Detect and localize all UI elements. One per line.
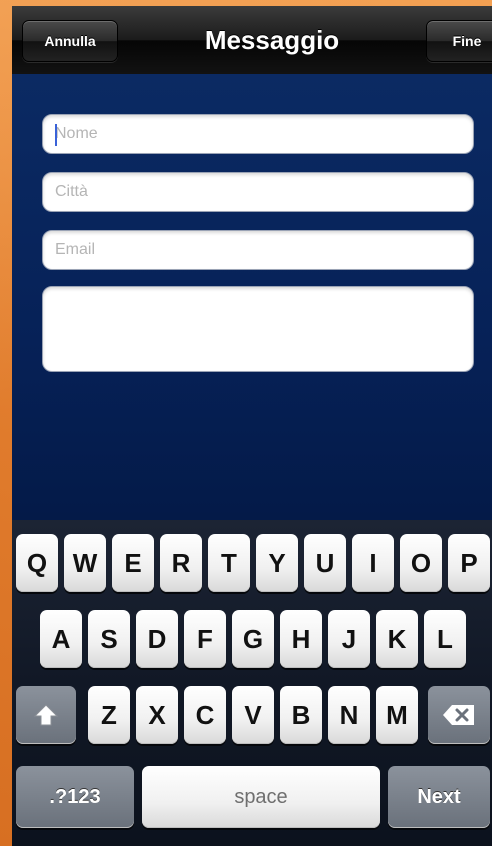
key-c[interactable]: C — [184, 686, 226, 744]
email-field[interactable] — [42, 230, 474, 270]
key-e[interactable]: E — [112, 534, 154, 592]
key-k[interactable]: K — [376, 610, 418, 668]
key-a[interactable]: A — [40, 610, 82, 668]
key-p[interactable]: P — [448, 534, 490, 592]
text-caret — [55, 124, 57, 146]
key-m[interactable]: M — [376, 686, 418, 744]
on-screen-keyboard: Q W E R T Y U I O P A S D F G H J K L Z … — [12, 520, 492, 846]
key-g[interactable]: G — [232, 610, 274, 668]
delete-key[interactable] — [428, 686, 490, 744]
key-i[interactable]: I — [352, 534, 394, 592]
key-y[interactable]: Y — [256, 534, 298, 592]
message-form — [12, 74, 492, 520]
key-d[interactable]: D — [136, 610, 178, 668]
key-w[interactable]: W — [64, 534, 106, 592]
key-o[interactable]: O — [400, 534, 442, 592]
key-n[interactable]: N — [328, 686, 370, 744]
cancel-button[interactable]: Annulla — [22, 20, 118, 62]
next-key[interactable]: Next — [388, 766, 490, 828]
backspace-icon — [443, 705, 474, 725]
key-b[interactable]: B — [280, 686, 322, 744]
key-h[interactable]: H — [280, 610, 322, 668]
shift-key[interactable] — [16, 686, 76, 744]
key-x[interactable]: X — [136, 686, 178, 744]
key-u[interactable]: U — [304, 534, 346, 592]
message-textarea[interactable] — [42, 286, 474, 372]
key-v[interactable]: V — [232, 686, 274, 744]
navigation-bar: Annulla Messaggio Fine — [12, 6, 492, 75]
key-z[interactable]: Z — [88, 686, 130, 744]
key-l[interactable]: L — [424, 610, 466, 668]
key-q[interactable]: Q — [16, 534, 58, 592]
city-field[interactable] — [42, 172, 474, 212]
phone-screen: Annulla Messaggio Fine Q W E R T Y U I O… — [12, 6, 492, 846]
space-key[interactable]: space — [142, 766, 380, 828]
key-s[interactable]: S — [88, 610, 130, 668]
numbers-key[interactable]: .?123 — [16, 766, 134, 828]
page-title: Messaggio — [204, 25, 340, 55]
shift-arrow-icon — [33, 704, 59, 726]
done-button[interactable]: Fine — [426, 20, 492, 62]
name-field[interactable] — [42, 114, 474, 154]
key-f[interactable]: F — [184, 610, 226, 668]
key-t[interactable]: T — [208, 534, 250, 592]
key-r[interactable]: R — [160, 534, 202, 592]
key-j[interactable]: J — [328, 610, 370, 668]
